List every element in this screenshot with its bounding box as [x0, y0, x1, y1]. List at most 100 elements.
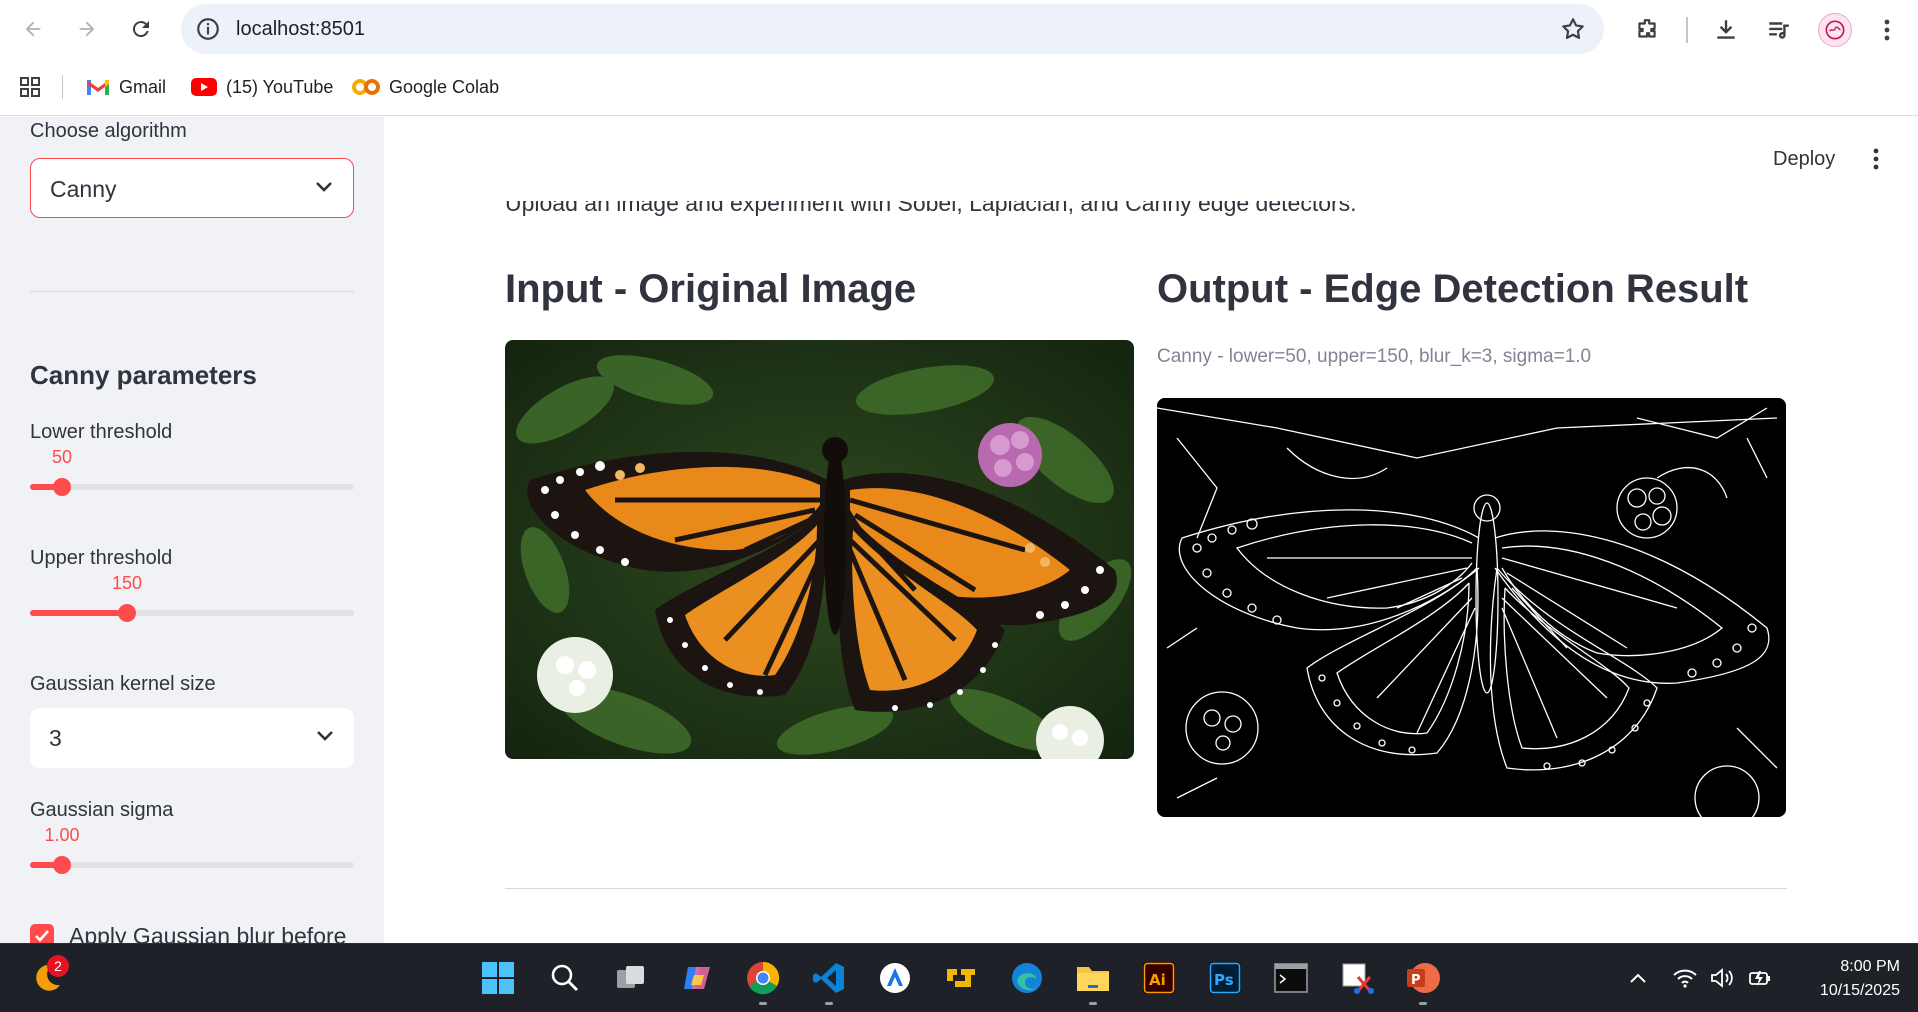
search-button[interactable] — [545, 958, 585, 998]
photoshop-app[interactable]: Ps — [1205, 958, 1245, 998]
bookmark-gmail[interactable]: Gmail — [86, 73, 166, 101]
battery-charging-icon — [1749, 971, 1770, 986]
task-view-button[interactable] — [611, 958, 651, 998]
terminal-app[interactable] — [1271, 958, 1311, 998]
bookmark-label: (15) YouTube — [226, 76, 334, 97]
bookmark-star-icon[interactable] — [1560, 16, 1586, 47]
folder-icon — [1077, 967, 1109, 991]
header-overlay — [384, 117, 1918, 201]
running-indicator — [1419, 1002, 1427, 1005]
sidebar: Choose algorithm Canny Canny parameters … — [0, 117, 384, 943]
algorithm-label: Choose algorithm — [30, 120, 187, 142]
url-text[interactable]: localhost:8501 — [236, 18, 365, 41]
running-indicator — [1089, 1002, 1097, 1005]
slider-thumb[interactable] — [53, 856, 71, 874]
output-image — [1157, 398, 1786, 817]
volume-icon — [1711, 968, 1733, 988]
browser-menu-icon[interactable] — [1871, 14, 1903, 46]
edge-app[interactable] — [1007, 958, 1047, 998]
reload-button[interactable] — [122, 10, 160, 48]
pipeline-icon — [947, 969, 975, 987]
slider-thumb[interactable] — [53, 478, 71, 496]
battery-button[interactable] — [1745, 958, 1775, 998]
lower-threshold-slider[interactable]: 50 — [30, 447, 354, 503]
apps-grid-icon[interactable] — [18, 73, 42, 101]
media-control-icon[interactable] — [1763, 14, 1795, 46]
volume-button[interactable] — [1708, 958, 1738, 998]
windows-taskbar: 2 Ai Ps P 8:00 PM 10/15/2025 — [0, 943, 1918, 1012]
kernel-size-select[interactable]: 3 — [30, 708, 354, 768]
site-info-icon[interactable] — [195, 16, 221, 42]
pipeline-app[interactable] — [941, 958, 981, 998]
address-bar[interactable]: localhost:8501 — [181, 4, 1604, 54]
chevron-up-icon — [1630, 973, 1646, 983]
back-button[interactable] — [14, 10, 52, 48]
wifi-button[interactable] — [1670, 958, 1700, 998]
slider-track[interactable] — [30, 862, 354, 868]
bookmark-youtube[interactable]: (15) YouTube — [191, 73, 333, 101]
start-button[interactable] — [478, 958, 518, 998]
toolbar-separator — [1686, 17, 1688, 43]
blur-checkbox[interactable] — [30, 924, 54, 943]
windows-logo-icon — [482, 962, 514, 994]
wifi-icon — [1673, 969, 1697, 988]
gmail-icon — [87, 80, 109, 95]
bookmarks-separator — [62, 75, 63, 99]
output-caption: Canny - lower=50, upper=150, blur_k=3, s… — [1157, 346, 1592, 367]
clock-time: 8:00 PM — [1840, 958, 1900, 975]
slider-value: 150 — [111, 573, 143, 593]
edge-icon — [1012, 963, 1042, 993]
download-icon[interactable] — [1710, 14, 1742, 46]
extensions-icon[interactable] — [1631, 14, 1663, 46]
input-image — [505, 340, 1134, 759]
blur-checkbox-label[interactable]: Apply Gaussian blur before — [69, 923, 346, 943]
main-menu-icon[interactable] — [1866, 147, 1886, 175]
search-icon — [551, 964, 578, 991]
powerpoint-app[interactable]: P — [1403, 958, 1443, 1005]
main-content: Deploy Upload an image and experiment wi… — [384, 117, 1918, 943]
output-title: Output - Edge Detection Result — [1157, 267, 1749, 311]
copilot-icon — [684, 967, 710, 989]
profile-avatar[interactable] — [1818, 13, 1852, 47]
slider-fill — [30, 610, 127, 616]
taskbar-clock[interactable]: 8:00 PM 10/15/2025 — [1790, 955, 1900, 1003]
upper-threshold-label: Upper threshold — [30, 547, 173, 569]
bookmark-label: Google Colab — [389, 76, 500, 97]
chevron-down-icon — [317, 731, 333, 741]
deploy-button-label[interactable]: Deploy — [1773, 148, 1835, 171]
app-store-icon — [880, 963, 910, 993]
vscode-app[interactable] — [809, 958, 849, 1005]
svg-text:P: P — [1411, 973, 1421, 988]
bookmark-colab[interactable]: Google Colab — [352, 73, 499, 101]
powerpoint-icon: P — [1407, 963, 1440, 993]
slider-value: 50 — [51, 447, 73, 467]
canny-parameters-heading: Canny parameters — [30, 360, 257, 390]
forward-button[interactable] — [68, 10, 106, 48]
youtube-icon — [191, 78, 217, 96]
upper-threshold-slider[interactable]: 150 — [30, 573, 354, 629]
svg-text:Ps: Ps — [1214, 971, 1234, 989]
slider-thumb[interactable] — [118, 604, 136, 622]
chrome-app[interactable] — [743, 958, 783, 1005]
snipping-tool-app[interactable] — [1337, 958, 1377, 998]
algorithm-value: Canny — [50, 176, 117, 202]
show-hidden-icons-button[interactable] — [1623, 958, 1653, 998]
clock-date: 10/15/2025 — [1819, 982, 1900, 999]
task-view-icon — [617, 966, 644, 988]
input-title: Input - Original Image — [505, 267, 917, 311]
algorithm-select[interactable]: Canny — [30, 158, 354, 218]
sigma-slider[interactable]: 1.00 — [30, 825, 354, 881]
arrow-left-icon — [25, 21, 41, 37]
app-store-app[interactable] — [875, 958, 915, 998]
running-indicator — [825, 1002, 833, 1005]
checkmark-icon — [35, 930, 49, 942]
terminal-icon — [1274, 963, 1308, 993]
chrome-icon — [747, 961, 780, 995]
file-explorer-app[interactable] — [1073, 958, 1113, 1005]
clover-flower — [978, 423, 1042, 487]
slider-track[interactable] — [30, 484, 354, 490]
copilot-app[interactable] — [677, 958, 717, 998]
notification-badge: 2 — [47, 955, 69, 977]
illustrator-app[interactable]: Ai — [1139, 958, 1179, 998]
slider-value: 1.00 — [44, 825, 80, 845]
